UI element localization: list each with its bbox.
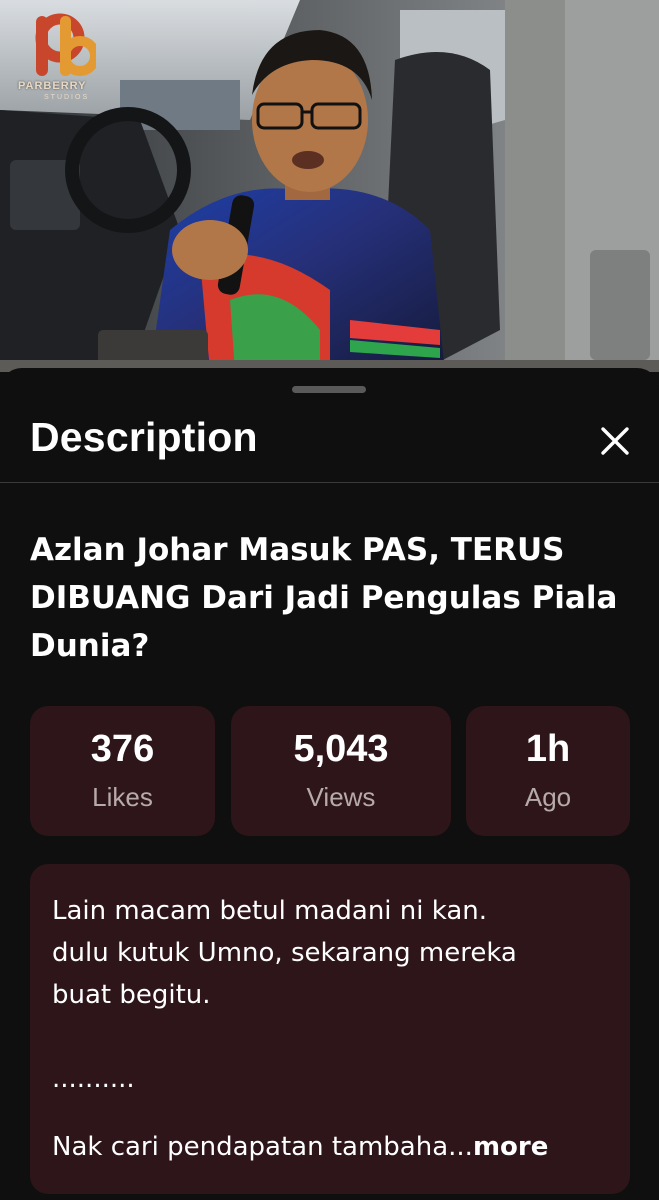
- description-truncated-line: Nak cari pendapatan tambaha: [52, 1132, 449, 1162]
- pb-logo-icon: [35, 13, 96, 76]
- likes-label: Likes: [92, 782, 153, 812]
- likes-count: 376: [90, 728, 155, 770]
- views-label: Views: [306, 782, 376, 812]
- drag-handle[interactable]: [292, 386, 366, 393]
- close-icon: [601, 427, 629, 455]
- likes-stat: 376 Likes: [30, 706, 215, 836]
- views-count: 5,043: [293, 728, 389, 770]
- age-stat: 1h Ago: [466, 706, 630, 836]
- age-value: 1h: [525, 728, 571, 770]
- description-last-line: Nak cari pendapatan tambaha...more: [52, 1126, 548, 1168]
- description-box[interactable]: Lain macam betul madani ni kan. dulu kut…: [30, 864, 630, 1194]
- close-button[interactable]: [590, 416, 640, 466]
- description-page: PARBERRY STUDIOS Description Azlan Johar…: [0, 0, 659, 1200]
- stats-row: 376 Likes 5,043 Views 1h Ago: [30, 706, 630, 836]
- sheet-header: Description: [0, 404, 659, 483]
- video-player[interactable]: PARBERRY STUDIOS: [0, 0, 659, 372]
- views-stat: 5,043 Views: [231, 706, 451, 836]
- video-title: Azlan Johar Masuk PAS, TERUS DIBUANG Dar…: [30, 532, 618, 664]
- sheet-title: Description: [30, 414, 258, 460]
- age-label: Ago: [524, 782, 572, 812]
- channel-logo: PARBERRY STUDIOS: [18, 8, 138, 108]
- more-link[interactable]: more: [473, 1132, 548, 1162]
- description-sheet: Description Azlan Johar Masuk PAS, TERUS…: [0, 368, 659, 1200]
- description-ellipsis: ...: [448, 1132, 473, 1162]
- channel-logo-wordmark: PARBERRY: [18, 80, 87, 92]
- description-text: Lain macam betul madani ni kan. dulu kut…: [52, 896, 517, 1094]
- channel-logo-subtitle: STUDIOS: [44, 94, 90, 101]
